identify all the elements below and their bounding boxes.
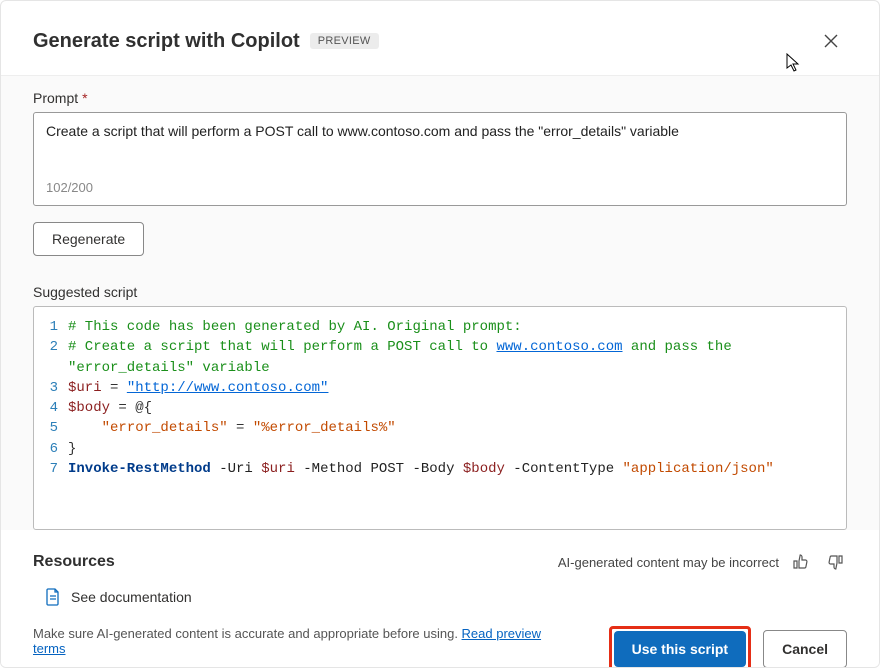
suggested-script-label: Suggested script: [33, 284, 847, 300]
prompt-field-wrapper: 102/200: [33, 112, 847, 206]
close-button[interactable]: [815, 25, 847, 57]
resources-heading: Resources: [33, 553, 115, 571]
resources-row: Resources AI-generated content may be in…: [33, 550, 847, 574]
close-icon: [824, 34, 838, 48]
use-script-button[interactable]: Use this script: [614, 631, 746, 667]
code-line: 3 $uri = "http://www.contoso.com": [40, 378, 840, 398]
prompt-input[interactable]: [46, 123, 834, 163]
line-number: 5: [40, 418, 58, 438]
thumbs-down-button[interactable]: [823, 550, 847, 574]
prompt-label-text: Prompt: [33, 90, 78, 106]
disclaimer-text: Make sure AI-generated content is accura…: [33, 626, 573, 656]
dialog-footer: Resources AI-generated content may be in…: [1, 530, 879, 668]
line-number: 4: [40, 398, 58, 418]
ai-warning-group: AI-generated content may be incorrect: [558, 550, 847, 574]
highlight-box: Use this script: [609, 626, 751, 668]
line-number: 3: [40, 378, 58, 398]
line-number: 7: [40, 459, 58, 479]
preview-badge: PREVIEW: [310, 33, 379, 49]
code-line: 1 # This code has been generated by AI. …: [40, 317, 840, 337]
required-indicator: *: [82, 90, 87, 106]
thumbs-up-button[interactable]: [789, 550, 813, 574]
code-editor[interactable]: 1 # This code has been generated by AI. …: [33, 306, 847, 530]
dialog-header: Generate script with Copilot PREVIEW: [1, 1, 879, 75]
line-number: 1: [40, 317, 58, 337]
document-icon: [45, 588, 61, 606]
ai-warning-text: AI-generated content may be incorrect: [558, 555, 779, 570]
code-line: 6 }: [40, 439, 840, 459]
char-counter: 102/200: [46, 180, 834, 195]
code-line: 7 Invoke-RestMethod -Uri $uri -Method PO…: [40, 459, 840, 479]
code-line: 5 "error_details" = "%error_details%": [40, 418, 840, 438]
prompt-label: Prompt *: [33, 90, 847, 106]
line-number: 6: [40, 439, 58, 459]
cancel-button[interactable]: Cancel: [763, 630, 847, 668]
copilot-script-dialog: Generate script with Copilot PREVIEW Pro…: [0, 0, 880, 668]
code-line: 4 $body = @{: [40, 398, 840, 418]
thumbs-down-icon: [827, 554, 843, 570]
documentation-link-text: See documentation: [71, 589, 192, 605]
documentation-link[interactable]: See documentation: [45, 588, 847, 606]
bottom-action-row: Make sure AI-generated content is accura…: [33, 626, 847, 668]
dialog-body: Prompt * 102/200 Regenerate Suggested sc…: [1, 75, 879, 530]
action-buttons: Use this script Cancel: [609, 626, 847, 668]
regenerate-button[interactable]: Regenerate: [33, 222, 144, 256]
dialog-title: Generate script with Copilot: [33, 30, 300, 53]
code-line: 2 # Create a script that will perform a …: [40, 337, 840, 378]
thumbs-up-icon: [793, 554, 809, 570]
line-number: 2: [40, 337, 58, 378]
